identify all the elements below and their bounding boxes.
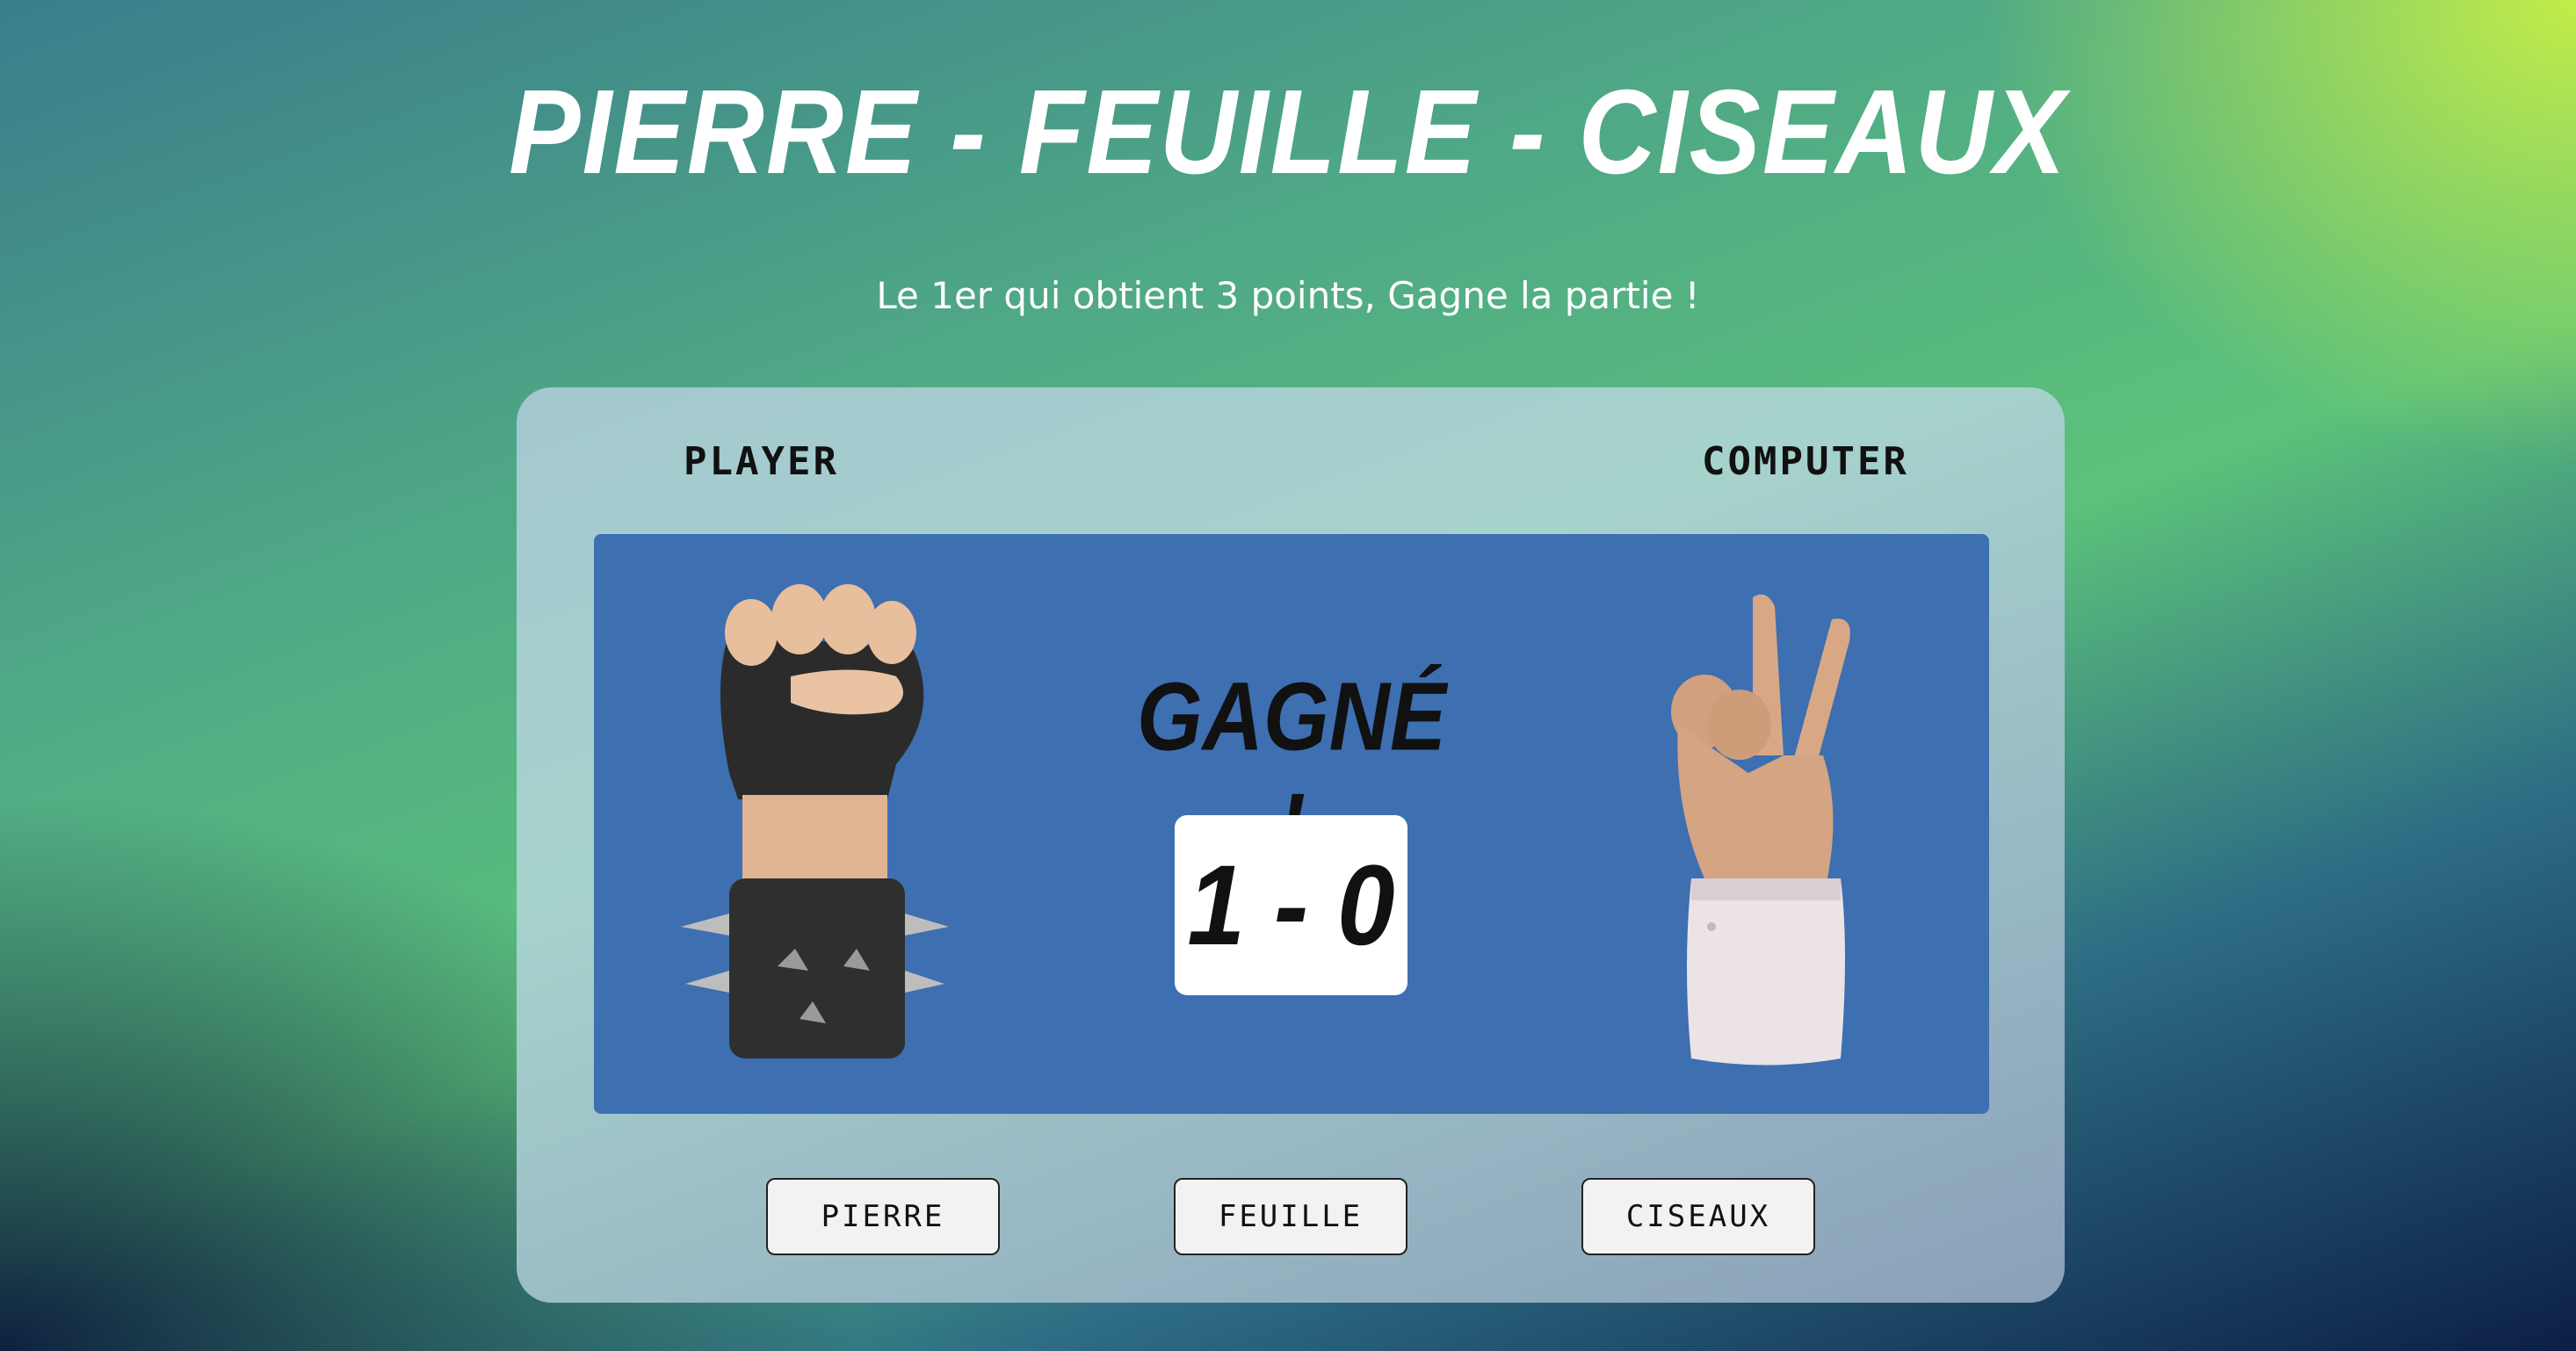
scissors-hand-icon (1671, 594, 1850, 1066)
score-box: 1 - 0 (1175, 815, 1407, 995)
rock-fist-icon (681, 584, 949, 1058)
pierre-button[interactable]: PIERRE (766, 1178, 1000, 1255)
computer-label: COMPUTER (1702, 439, 1909, 484)
player-label: PLAYER (684, 439, 839, 484)
ciseaux-button[interactable]: CISEAUX (1581, 1178, 1815, 1255)
feuille-button[interactable]: FEUILLE (1174, 1178, 1407, 1255)
rules-subtitle: Le 1er qui obtient 3 points, Gagne la pa… (876, 274, 1700, 317)
score-value: 1 - 0 (1187, 841, 1395, 970)
page-title: PIERRE - FEUILLE - CISEAUX (509, 64, 2067, 199)
